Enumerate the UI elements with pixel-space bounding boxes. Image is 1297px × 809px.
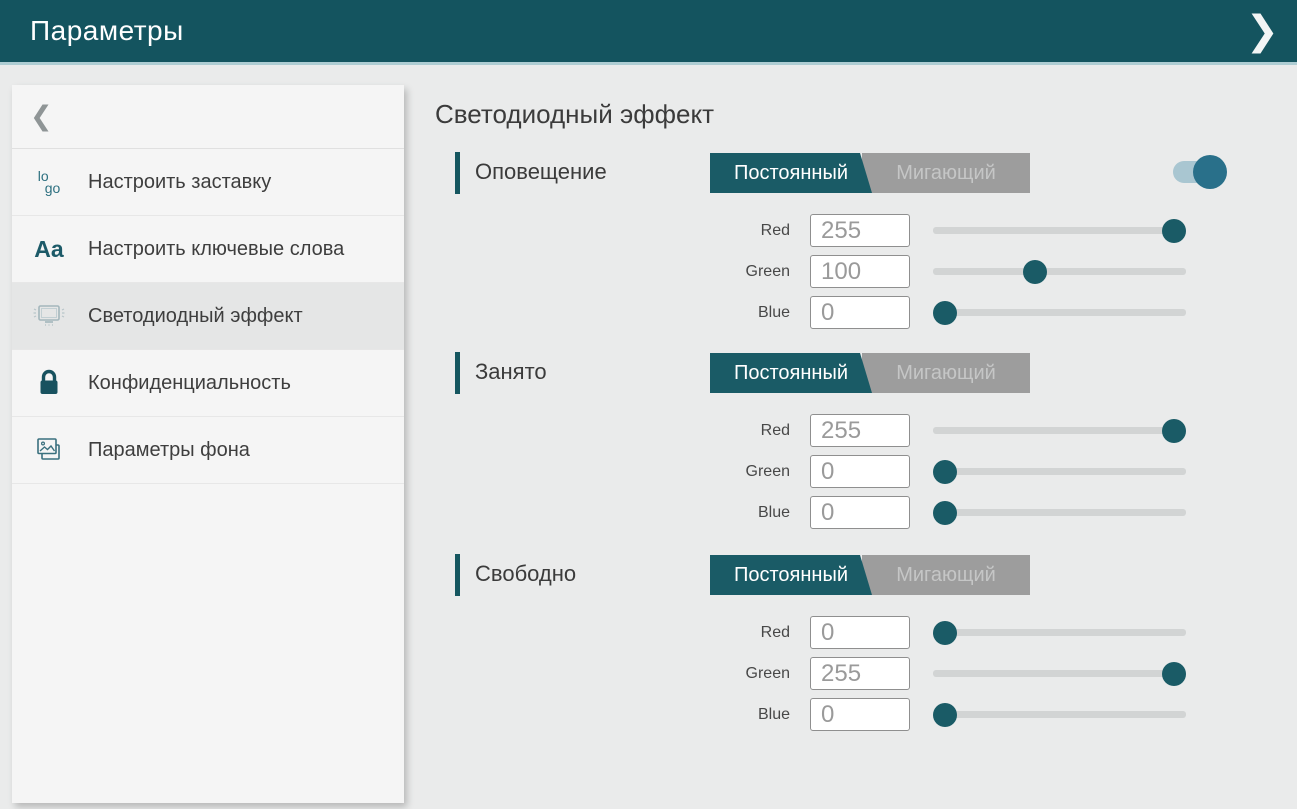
blue-value-input[interactable] bbox=[810, 698, 910, 731]
red-slider-knob[interactable] bbox=[1162, 219, 1186, 243]
blue-slider[interactable] bbox=[933, 501, 1186, 525]
blue-slider-knob[interactable] bbox=[933, 301, 957, 325]
green-value-input[interactable] bbox=[810, 455, 910, 488]
red-slider-knob[interactable] bbox=[1162, 419, 1186, 443]
slider-track[interactable] bbox=[933, 427, 1186, 434]
red-row: Red bbox=[435, 612, 1210, 653]
sidebar-item-keywords[interactable]: Aa Настроить ключевые слова bbox=[12, 216, 404, 283]
green-label: Green bbox=[435, 665, 790, 683]
green-value-input[interactable] bbox=[810, 657, 910, 690]
background-images-icon bbox=[28, 435, 70, 465]
section-label: Оповещение bbox=[475, 159, 607, 185]
mode-option-constant[interactable]: Постоянный bbox=[710, 555, 872, 595]
red-slider[interactable] bbox=[933, 621, 1186, 645]
blue-slider[interactable] bbox=[933, 301, 1186, 325]
text-format-icon: Aa bbox=[28, 236, 70, 263]
led-effect-panel: Светодиодный эффект Оповещение Постоянны… bbox=[435, 95, 1297, 809]
sidebar-item-label: Настроить заставку bbox=[88, 157, 281, 207]
settings-sidebar: ❮ lo go Настроить заставку Aa Настроить … bbox=[12, 85, 404, 803]
toggle-knob[interactable] bbox=[1193, 155, 1227, 189]
red-slider[interactable] bbox=[933, 219, 1186, 243]
sidebar-collapse-button[interactable]: ❮ bbox=[12, 85, 404, 149]
led-section: Занято Постоянный Мигающий Red Green bbox=[435, 352, 1297, 394]
chevron-left-icon: ❮ bbox=[30, 101, 53, 132]
mode-segmented-control: Постоянный Мигающий bbox=[710, 555, 1030, 595]
sidebar-item-background[interactable]: Параметры фона bbox=[12, 417, 404, 484]
section-label: Занято bbox=[475, 359, 547, 385]
sidebar-item-label: Настроить ключевые слова bbox=[88, 224, 354, 274]
blue-row: Blue bbox=[435, 292, 1210, 333]
section-accent-bar bbox=[455, 352, 460, 394]
blue-row: Blue bbox=[435, 694, 1210, 735]
slider-track[interactable] bbox=[933, 268, 1186, 275]
red-value-input[interactable] bbox=[810, 616, 910, 649]
slider-track[interactable] bbox=[933, 711, 1186, 718]
led-section: Свободно Постоянный Мигающий Red Green bbox=[435, 554, 1297, 596]
blue-label: Blue bbox=[435, 706, 790, 724]
green-row: Green bbox=[435, 451, 1210, 492]
red-slider[interactable] bbox=[933, 419, 1186, 443]
green-slider[interactable] bbox=[933, 260, 1186, 284]
blue-row: Blue bbox=[435, 492, 1210, 533]
enable-toggle[interactable] bbox=[1173, 152, 1227, 192]
sidebar-item-label: Конфиденциальность bbox=[88, 358, 301, 408]
green-label: Green bbox=[435, 263, 790, 281]
slider-track[interactable] bbox=[933, 468, 1186, 475]
green-slider-knob[interactable] bbox=[1162, 662, 1186, 686]
green-slider-knob[interactable] bbox=[933, 460, 957, 484]
blue-value-input[interactable] bbox=[810, 496, 910, 529]
red-slider-knob[interactable] bbox=[933, 621, 957, 645]
slider-track[interactable] bbox=[933, 509, 1186, 516]
green-row: Green bbox=[435, 653, 1210, 694]
lock-icon bbox=[28, 368, 70, 398]
sidebar-item-privacy[interactable]: Конфиденциальность bbox=[12, 350, 404, 417]
sidebar-item-led-effect[interactable]: Светодиодный эффект bbox=[12, 283, 404, 350]
blue-slider-knob[interactable] bbox=[933, 703, 957, 727]
blue-slider[interactable] bbox=[933, 703, 1186, 727]
page-title: Параметры bbox=[30, 15, 184, 47]
sidebar-item-label: Светодиодный эффект bbox=[88, 291, 313, 341]
green-row: Green bbox=[435, 251, 1210, 292]
mode-option-constant[interactable]: Постоянный bbox=[710, 153, 872, 193]
red-label: Red bbox=[435, 624, 790, 642]
mode-option-blinking[interactable]: Мигающий bbox=[862, 555, 1030, 595]
mode-option-blinking[interactable]: Мигающий bbox=[862, 153, 1030, 193]
chevron-right-icon[interactable]: ❯ bbox=[1245, 11, 1279, 51]
red-value-input[interactable] bbox=[810, 214, 910, 247]
led-section: Оповещение Постоянный Мигающий Red Green bbox=[435, 152, 1297, 194]
mode-segmented-control: Постоянный Мигающий bbox=[710, 153, 1030, 193]
green-slider[interactable] bbox=[933, 460, 1186, 484]
sidebar-item-label: Параметры фона bbox=[88, 425, 260, 475]
section-accent-bar bbox=[455, 554, 460, 596]
led-display-icon bbox=[28, 301, 70, 331]
section-label: Свободно bbox=[475, 561, 576, 587]
red-value-input[interactable] bbox=[810, 414, 910, 447]
slider-track[interactable] bbox=[933, 227, 1186, 234]
mode-option-constant[interactable]: Постоянный bbox=[710, 353, 872, 393]
green-value-input[interactable] bbox=[810, 255, 910, 288]
slider-track[interactable] bbox=[933, 629, 1186, 636]
sidebar-item-screensaver[interactable]: lo go Настроить заставку bbox=[12, 149, 404, 216]
mode-option-blinking[interactable]: Мигающий bbox=[862, 353, 1030, 393]
slider-track[interactable] bbox=[933, 670, 1186, 677]
green-label: Green bbox=[435, 463, 790, 481]
red-label: Red bbox=[435, 422, 790, 440]
green-slider-knob[interactable] bbox=[1023, 260, 1047, 284]
mode-segmented-control: Постоянный Мигающий bbox=[710, 353, 1030, 393]
slider-track[interactable] bbox=[933, 309, 1186, 316]
blue-slider-knob[interactable] bbox=[933, 501, 957, 525]
red-row: Red bbox=[435, 410, 1210, 451]
green-slider[interactable] bbox=[933, 662, 1186, 686]
red-label: Red bbox=[435, 222, 790, 240]
section-accent-bar bbox=[455, 152, 460, 194]
blue-label: Blue bbox=[435, 504, 790, 522]
red-row: Red bbox=[435, 210, 1210, 251]
blue-label: Blue bbox=[435, 304, 790, 322]
app-header: Параметры ❯ bbox=[0, 0, 1297, 65]
panel-title: Светодиодный эффект bbox=[435, 99, 714, 130]
blue-value-input[interactable] bbox=[810, 296, 910, 329]
logo-icon: lo go bbox=[28, 170, 70, 194]
